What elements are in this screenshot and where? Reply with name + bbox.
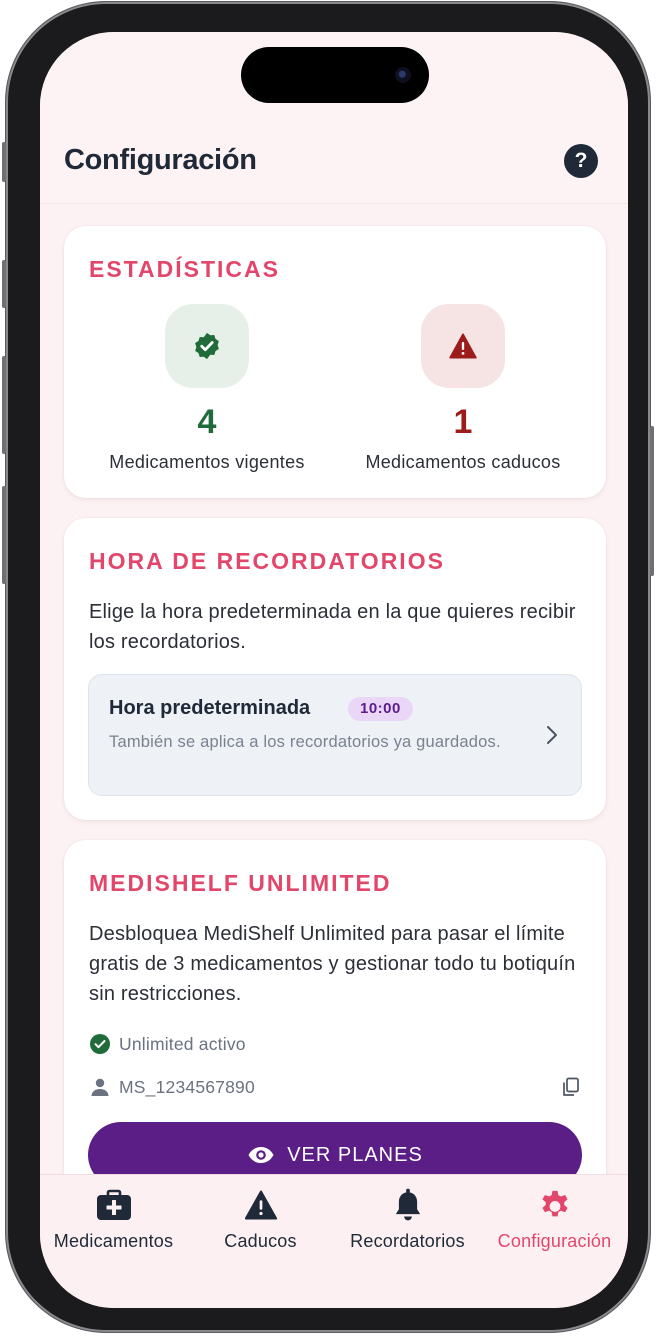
power-button bbox=[650, 426, 654, 576]
unlimited-title: MEDISHELF UNLIMITED bbox=[89, 870, 392, 896]
expired-label: Medicamentos caducos bbox=[365, 452, 561, 472]
verified-badge-icon bbox=[165, 304, 249, 388]
tab-recordatorios-label: Recordatorios bbox=[350, 1231, 465, 1251]
unlimited-status-label: Unlimited activo bbox=[119, 1033, 246, 1054]
unlimited-status: Unlimited activo bbox=[89, 1033, 246, 1055]
check-circle-icon bbox=[90, 1034, 110, 1054]
default-time-label: Hora predeterminada bbox=[109, 697, 311, 719]
tab-caducos[interactable]: Caducos bbox=[187, 1187, 334, 1252]
gear-icon bbox=[541, 1190, 568, 1217]
user-id-row: MS_1234567890 bbox=[89, 1076, 255, 1098]
help-button[interactable]: ? bbox=[564, 144, 598, 178]
expired-count: 1 bbox=[453, 403, 473, 441]
chevron-right-icon bbox=[547, 726, 557, 744]
settings-content[interactable]: ESTADÍSTICAS 4 Medicamentos vigentes 1 M… bbox=[40, 204, 628, 1174]
warning-icon bbox=[244, 1190, 277, 1220]
bell-icon bbox=[395, 1188, 420, 1221]
view-plans-button[interactable]: VER PLANES bbox=[88, 1122, 582, 1174]
medical-kit-icon bbox=[96, 1189, 131, 1220]
camera-icon bbox=[395, 67, 411, 83]
valid-count: 4 bbox=[197, 403, 217, 441]
valid-label: Medicamentos vigentes bbox=[109, 452, 305, 472]
tab-medicamentos-label: Medicamentos bbox=[53, 1231, 174, 1251]
tab-caducos-label: Caducos bbox=[224, 1231, 297, 1251]
phone-frame: Configuración ? ESTADÍSTICAS 4 Medicamen… bbox=[2, 2, 654, 1332]
copy-icon[interactable] bbox=[560, 1076, 582, 1098]
screen: Configuración ? ESTADÍSTICAS 4 Medicamen… bbox=[40, 32, 628, 1308]
default-time-row[interactable]: Hora predeterminada 10:00 También se apl… bbox=[88, 674, 582, 796]
dynamic-island bbox=[241, 47, 429, 103]
unlimited-description: Desbloquea MediShelf Unlimited para pasa… bbox=[89, 923, 576, 1005]
user-id-label: MS_1234567890 bbox=[119, 1076, 255, 1097]
eye-icon bbox=[248, 1147, 274, 1163]
volume-down-button bbox=[2, 356, 6, 454]
default-time-badge: 10:00 bbox=[348, 697, 413, 721]
page-title: Configuración bbox=[64, 144, 257, 176]
tab-medicamentos[interactable]: Medicamentos bbox=[40, 1187, 187, 1252]
reminder-time-title: HORA DE RECORDATORIOS bbox=[89, 548, 445, 574]
view-plans-label: VER PLANES bbox=[287, 1143, 423, 1166]
valid-medications-stat: 4 Medicamentos vigentes bbox=[77, 304, 337, 473]
side-key bbox=[2, 486, 6, 584]
reminder-time-description: Elige la hora predeterminada en la que q… bbox=[89, 601, 576, 653]
expired-medications-stat: 1 Medicamentos caducos bbox=[333, 304, 593, 473]
tab-configuracion[interactable]: Configuración bbox=[481, 1187, 628, 1252]
unlimited-card: MEDISHELF UNLIMITED Desbloquea MediShelf… bbox=[64, 840, 606, 1174]
statistics-title: ESTADÍSTICAS bbox=[89, 256, 280, 282]
silent-switch bbox=[2, 142, 6, 182]
default-time-note: También se aplica a los recordatorios ya… bbox=[109, 733, 501, 751]
tab-recordatorios[interactable]: Recordatorios bbox=[334, 1187, 481, 1252]
tab-configuracion-label: Configuración bbox=[497, 1231, 612, 1251]
volume-up-button bbox=[2, 260, 6, 308]
person-icon bbox=[91, 1078, 109, 1096]
tab-bar: Medicamentos Caducos Recordatorios Confi… bbox=[40, 1174, 628, 1308]
warning-triangle-icon bbox=[421, 304, 505, 388]
reminder-time-card: HORA DE RECORDATORIOS Elige la hora pred… bbox=[64, 518, 606, 820]
statistics-card: ESTADÍSTICAS 4 Medicamentos vigentes 1 M… bbox=[64, 226, 606, 498]
